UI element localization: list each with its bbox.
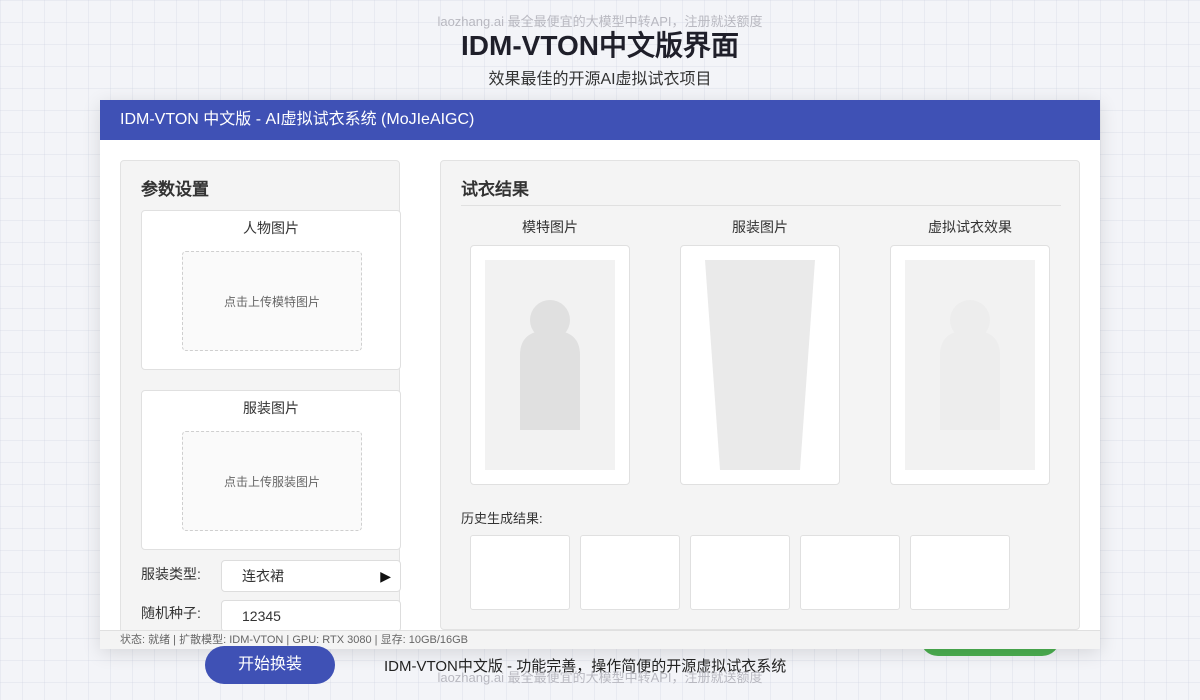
dropdown-arrow-icon: ▶ — [380, 568, 391, 584]
history-thumbnail-2[interactable] — [580, 535, 680, 610]
person-upload-placeholder: 点击上传模特图片 — [223, 294, 320, 309]
garment-image-label: 服装图片 — [732, 219, 788, 235]
garment-type-value: 连衣裙 — [242, 568, 284, 584]
tryon-result-label: 虚拟试衣效果 — [928, 219, 1012, 235]
history-thumbnail-1[interactable] — [470, 535, 570, 610]
results-panel: 试衣结果 模特图片 服装图片 虚拟试衣效果 历史生成结果: — [440, 160, 1080, 630]
page-title: IDM-VTON中文版界面 — [461, 30, 739, 61]
person-upload-label: 人物图片 — [243, 220, 299, 236]
garment-type-label: 服装类型: — [141, 566, 201, 582]
garment-image-card — [680, 245, 840, 485]
person-upload-dropzone[interactable]: 点击上传模特图片 — [182, 251, 362, 351]
model-image-card — [470, 245, 630, 485]
garment-type-select[interactable]: 连衣裙 ▶ — [221, 560, 401, 592]
person-upload-card: 人物图片 点击上传模特图片 — [141, 210, 401, 370]
params-panel: 参数设置 人物图片 点击上传模特图片 服装图片 点击上传服装图片 服装类型: 连… — [120, 160, 401, 640]
garment-shape-icon — [705, 260, 815, 470]
results-title: 试衣结果 — [461, 180, 529, 199]
model-image-label: 模特图片 — [522, 219, 578, 235]
seed-label: 随机种子: — [141, 605, 201, 621]
watermark-bottom: laozhang.ai 最全最便宜的大模型中转API，注册就送额度 — [437, 670, 763, 685]
garment-upload-card: 服装图片 点击上传服装图片 — [141, 390, 401, 550]
page-subtitle: 效果最佳的开源AI虚拟试衣项目 — [488, 71, 712, 88]
params-title: 参数设置 — [141, 180, 209, 199]
garment-upload-dropzone[interactable]: 点击上传服装图片 — [182, 431, 362, 531]
history-label: 历史生成结果: — [461, 511, 543, 526]
history-thumbnail-5[interactable] — [910, 535, 1010, 610]
app-window: IDM-VTON 中文版 - AI虚拟试衣系统 (MoJIeAIGC) 参数设置… — [100, 100, 1100, 649]
seed-input[interactable]: 12345 — [221, 600, 401, 632]
results-divider — [461, 205, 1061, 206]
tryon-silhouette-icon — [905, 260, 1035, 470]
window-titlebar: IDM-VTON 中文版 - AI虚拟试衣系统 (MoJIeAIGC) — [100, 100, 1100, 140]
tryon-result-card — [890, 245, 1050, 485]
history-thumbnail-4[interactable] — [800, 535, 900, 610]
person-silhouette-icon — [485, 260, 615, 470]
garment-upload-label: 服装图片 — [243, 400, 299, 416]
seed-value: 12345 — [242, 608, 281, 624]
garment-upload-placeholder: 点击上传服装图片 — [223, 474, 320, 489]
history-thumbnail-3[interactable] — [690, 535, 790, 610]
